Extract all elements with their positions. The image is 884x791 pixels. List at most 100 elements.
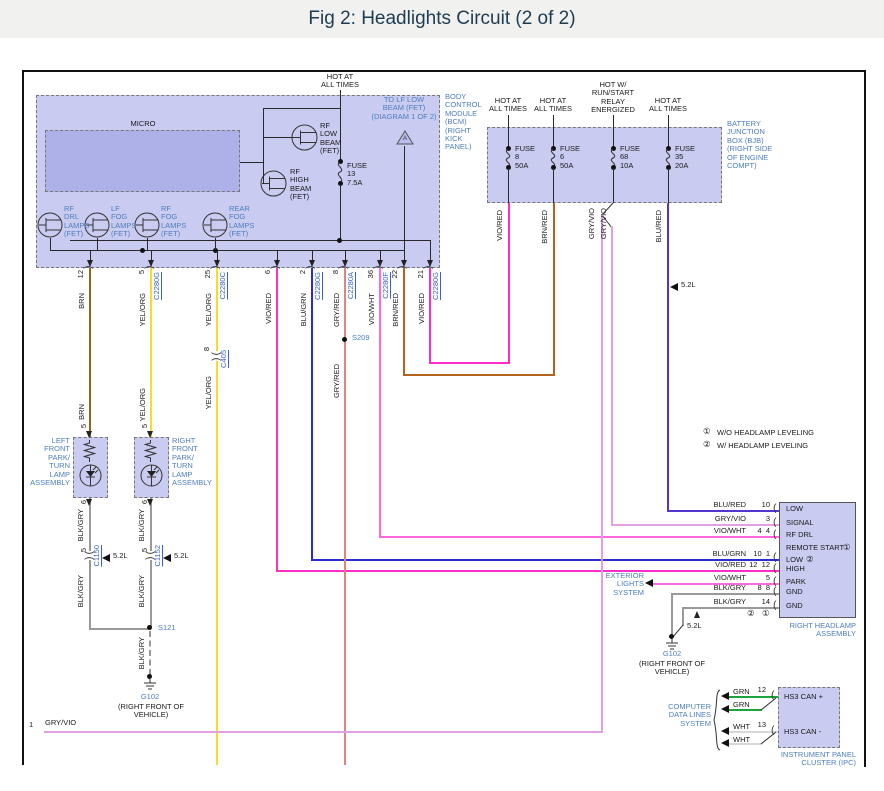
hl-arc-4: (	[772, 564, 779, 575]
len-arrow-c1150-icon	[102, 554, 110, 562]
fet-label-rear-fog: REAR FOG LAMPS (FET)	[229, 204, 255, 239]
can-arrow-1-icon	[721, 692, 729, 700]
frame-top	[22, 70, 866, 72]
wl-gryred-1: GRY/RED	[332, 293, 341, 328]
ipc-arc-can-n: (	[770, 726, 777, 737]
wl-viored-1: VIO/RED	[264, 293, 273, 324]
wl-yelorg-4: YEL/ORG	[204, 376, 213, 410]
pin8-stub	[345, 250, 346, 260]
bcm-hot-label: HOT AT ALL TIMES	[321, 72, 359, 90]
len-blured: 5.2L	[681, 280, 696, 289]
hl-pins-6: 8 8	[757, 583, 770, 592]
hl-pins-4: 12 12	[749, 560, 770, 569]
left-lamp-resistor-icon	[83, 440, 96, 462]
pin6-stub	[277, 250, 278, 260]
hl-pins-2: 4 4	[757, 526, 770, 535]
fuse35-label: FUSE 35 20A	[675, 144, 696, 170]
fuse13-out-line	[340, 184, 341, 240]
hl-fn-remote-start: REMOTE START	[786, 543, 845, 552]
bottom-pin-1: 1	[29, 720, 34, 729]
note-1-mark-icon: ①	[703, 426, 711, 436]
wl-gryvio-2: GRY/VIO	[599, 208, 608, 240]
bcm-pin-2: 2	[298, 270, 307, 275]
bcm-pin-8: 8	[331, 270, 340, 275]
wire-blkgry-join	[89, 628, 151, 630]
bcm-pin-6: 6	[263, 270, 272, 275]
bcm-pin-12: 12	[76, 270, 85, 279]
ground-right-g102: G102	[662, 649, 682, 658]
hl-fn-signal: SIGNAL	[786, 518, 814, 527]
c1150-pin-5: 5	[79, 548, 88, 553]
wl-wht-1: WHT	[733, 722, 751, 731]
wl-blkgry-l1: BLK/GRY	[76, 509, 85, 542]
hl-fn-gnd2: GND	[786, 601, 803, 610]
wire-brnred-h	[403, 374, 555, 376]
hl-arc-2: (	[772, 530, 779, 541]
hl-wire-5: VIO/WHT	[713, 573, 746, 582]
micro-label: MICRO	[130, 119, 156, 128]
ipc-can-n: HS3 CAN -	[784, 727, 822, 736]
wire-gryvio-long-v	[601, 214, 603, 733]
connector-c2280a: C2280A	[346, 272, 355, 300]
hl-wire-7: BLK/GRY	[713, 597, 746, 606]
wire-viored21-v2	[508, 203, 510, 364]
bjb-feed-3: HOT W/ RUN/START RELAY ENERGIZED	[591, 80, 635, 115]
wl-blkgry-gnd: BLK/GRY	[137, 637, 146, 670]
rf-low-beam-fet-symbol	[291, 124, 318, 151]
hl-fn-low: LOW	[786, 504, 804, 513]
bus-dot-2	[140, 248, 145, 253]
ground-left-loc: (RIGHT FRONT OF VEHICLE)	[118, 702, 184, 720]
connector-c2280g-pin21: C2280G	[431, 272, 440, 300]
left-lamp-name: LEFT FRONT PARK/ TURN LAMP ASSEMBLY	[30, 436, 70, 487]
wire-blkgry-r2	[150, 560, 152, 628]
bjb-feed-2: HOT AT ALL TIMES	[534, 96, 572, 114]
hl-fn-gnd1: GND	[786, 587, 803, 596]
bcm-pin-36: 36	[366, 270, 375, 279]
fet-label-rf-fog: RF FOG LAMPS (FET)	[161, 204, 187, 239]
hl-wire-4: VIO/RED	[715, 560, 746, 569]
wl-gryred-2: GRY/RED	[332, 364, 341, 399]
wiring-diagram-page: Fig 2: Headlights Circuit (2 of 2) A)(…	[0, 0, 884, 791]
wl-blkgry-r2: BLK/GRY	[137, 575, 146, 608]
bus-junction-dot	[337, 238, 342, 243]
connector-c405: C405	[219, 350, 228, 368]
hl-fn-rfdrl: RF DRL	[786, 530, 814, 539]
fuse6-out	[553, 168, 554, 203]
hl-pins-7: 14	[761, 597, 770, 606]
bcm-pin-5: 5	[137, 270, 146, 275]
hl-wire-6: BLK/GRY	[713, 583, 746, 592]
pin12-stub	[90, 250, 91, 260]
bcm-line-a	[263, 108, 341, 109]
frame-right	[864, 70, 866, 767]
triangle-letter: A	[402, 136, 407, 142]
ground-right-loc: (RIGHT FRONT OF VEHICLE)	[639, 659, 705, 677]
wl-blured: BLU/RED	[654, 210, 663, 243]
len-arrow-gnd-icon	[694, 611, 700, 618]
bcm-line-d	[263, 137, 293, 138]
fuse68-label: FUSE 68 10A	[620, 144, 641, 170]
wl-gryvio-1: GRY/VIO	[587, 208, 596, 240]
bjb-name-label: BATTERY JUNCTION BOX (BJB) (RIGHT SIDE O…	[727, 119, 773, 170]
splice-s121-label: S121	[158, 623, 176, 632]
wire-viored-high-h	[276, 570, 779, 572]
len-c1152: 5.2L	[174, 551, 189, 560]
wire-blured-v	[667, 203, 669, 510]
fet4-stub	[215, 238, 216, 250]
exterior-lights-arrow-icon	[645, 579, 653, 587]
fuse8-feed	[508, 115, 509, 148]
note-1-text: W/O HEADLAMP LEVELING	[717, 428, 814, 437]
wire-blkgry-gnd8-h	[671, 593, 779, 595]
figure-title: Fig 2: Headlights Circuit (2 of 2)	[308, 8, 576, 29]
wl-viowht: VIO/WHT	[367, 293, 376, 326]
hl-bottom-mark-1-icon: ①	[762, 608, 770, 618]
fuse6-feed	[553, 115, 554, 148]
hl-arc-3: (	[772, 553, 779, 564]
wl-brn-1: BRN	[77, 293, 86, 309]
wire-viored21-h	[429, 362, 510, 364]
note-2-text: W/ HEADLAMP LEVELING	[717, 441, 809, 450]
computer-data-lines-label: COMPUTER DATA LINES SYSTEM	[668, 702, 711, 728]
wl-yelorg-1: YEL/ORG	[138, 293, 147, 327]
rf-low-beam-label: RF LOW BEAM (FET)	[320, 121, 342, 156]
wl-viored-2: VIO/RED	[417, 293, 426, 324]
pin36-stub	[380, 250, 381, 260]
